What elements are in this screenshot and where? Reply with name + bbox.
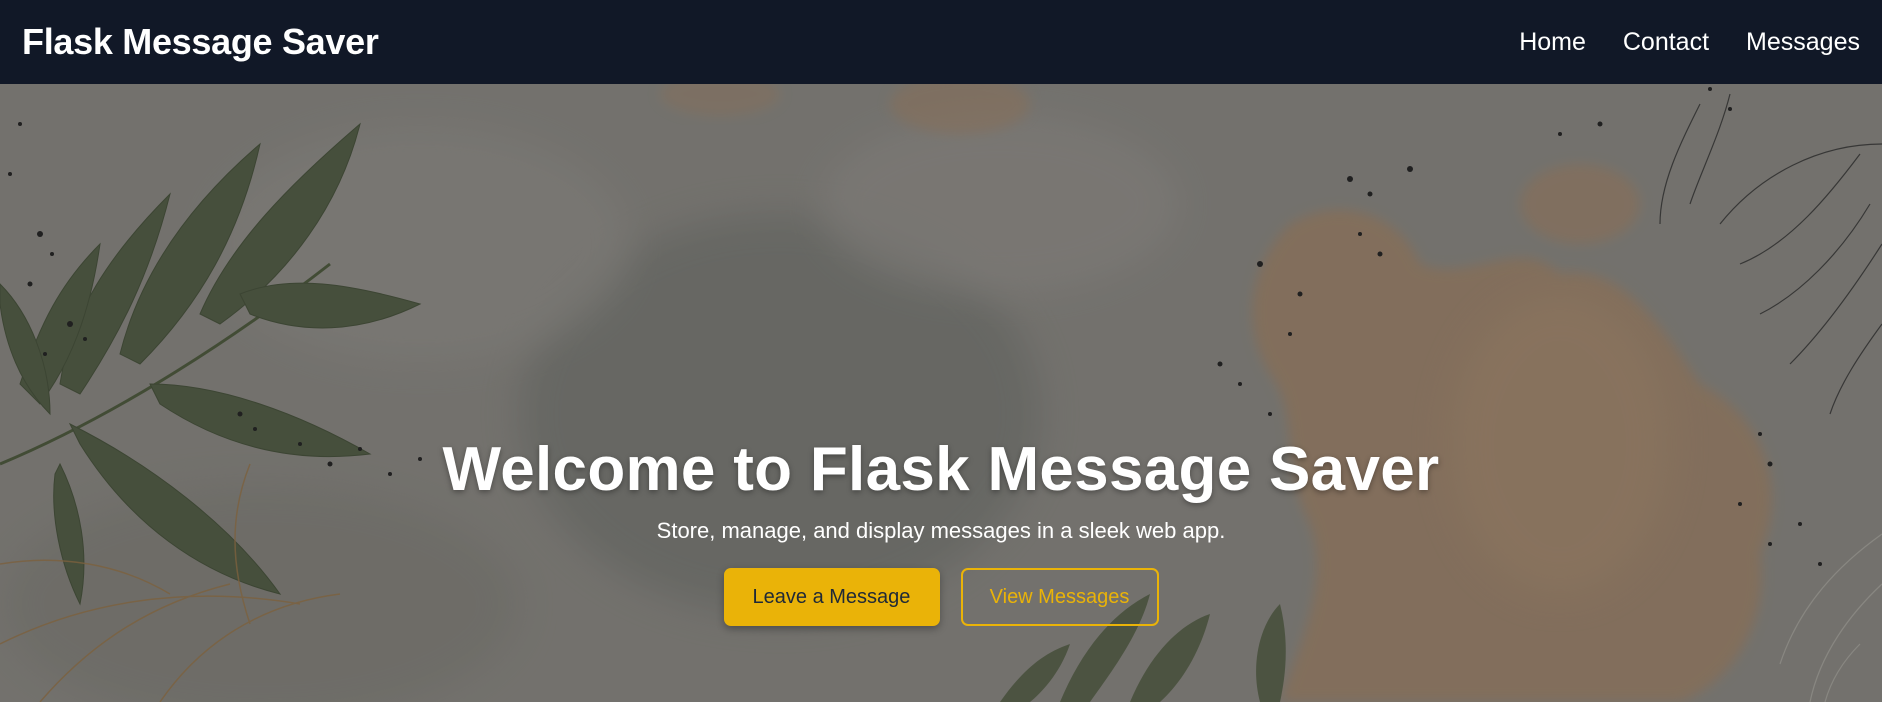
nav-link-messages[interactable]: Messages [1746,28,1860,57]
hero-buttons: Leave a Message View Messages [0,568,1882,626]
brand-logo[interactable]: Flask Message Saver [22,21,379,63]
hero-section: Welcome to Flask Message Saver Store, ma… [0,84,1882,702]
navbar: Flask Message Saver Home Contact Message… [0,0,1882,84]
nav-link-contact[interactable]: Contact [1623,28,1709,57]
nav-link-home[interactable]: Home [1519,28,1586,57]
hero-content: Welcome to Flask Message Saver Store, ma… [0,434,1882,626]
view-messages-button[interactable]: View Messages [960,568,1159,626]
nav-links: Home Contact Messages [1519,28,1860,57]
leave-message-button[interactable]: Leave a Message [723,568,940,626]
hero-title: Welcome to Flask Message Saver [442,435,1440,504]
hero-subtitle: Store, manage, and display messages in a… [656,518,1226,543]
